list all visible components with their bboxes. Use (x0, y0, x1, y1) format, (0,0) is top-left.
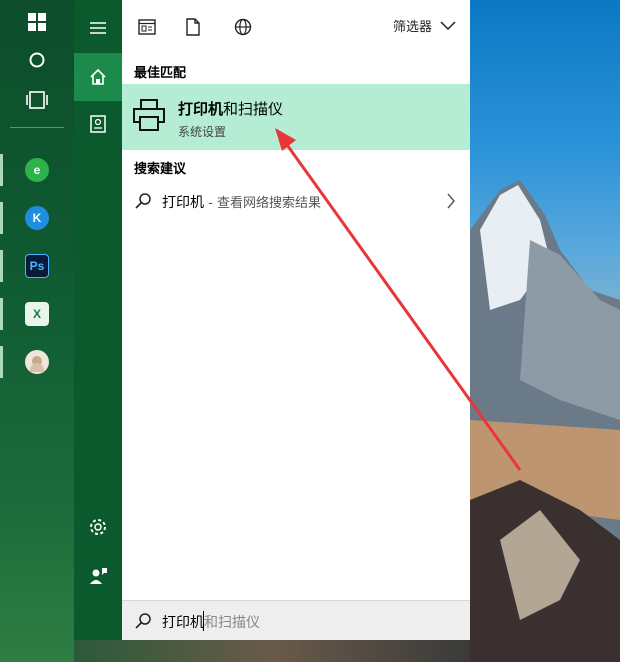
hamburger-menu-button[interactable] (74, 4, 122, 52)
settings-button[interactable] (74, 503, 122, 551)
running-indicator (0, 154, 3, 186)
best-match-heading: 最佳匹配 (134, 66, 187, 81)
search-icon (135, 193, 151, 209)
start-rail (74, 0, 122, 640)
best-match-title-rest: 和扫描仪 (223, 100, 284, 118)
notebook-button[interactable] (74, 100, 122, 148)
taskbar-app-kugou[interactable]: K (0, 198, 74, 238)
cortana-circle-icon (29, 52, 45, 68)
running-indicator (0, 250, 3, 282)
360-browser-icon: e (25, 158, 49, 182)
web-filter-icon (234, 18, 252, 36)
printer-icon (133, 99, 165, 131)
suggestion-suffix: - 查看网络搜索结果 (204, 196, 321, 211)
chevron-down-icon (440, 20, 456, 30)
home-icon (90, 68, 106, 85)
windows-logo-icon (28, 13, 46, 31)
avatar-app-icon (25, 350, 49, 374)
photoshop-icon: Ps (25, 254, 49, 278)
best-match-title: 打印机和扫描仪 (178, 98, 283, 119)
taskbar-separator (10, 127, 64, 128)
documents-filter-button[interactable] (180, 14, 206, 40)
hamburger-menu-icon (90, 22, 106, 34)
search-panel: 筛选器 最佳匹配 打印机和扫描仪 系统设置 搜索建议 打印机 - 查看网络搜索结… (122, 0, 470, 640)
taskbar-bottom-strip (74, 640, 470, 662)
suggestions-heading: 搜索建议 (134, 162, 187, 177)
filter-label: 筛选器 (392, 20, 432, 35)
search-icon (135, 613, 151, 629)
task-view-button[interactable] (0, 78, 74, 122)
taskbar-app-avatar[interactable] (0, 342, 74, 382)
search-toolbar: 筛选器 (122, 0, 470, 56)
home-button[interactable] (74, 53, 122, 101)
running-indicator (0, 298, 3, 330)
running-indicator (0, 346, 3, 378)
settings-gear-icon (90, 519, 106, 535)
documents-filter-icon (186, 18, 200, 36)
kugou-music-icon: K (25, 206, 49, 230)
taskbar-app-photoshop[interactable]: Ps (0, 246, 74, 286)
suggestion-query: 打印机 (162, 195, 204, 211)
feedback-button[interactable] (74, 552, 122, 600)
suggestion-text: 打印机 - 查看网络搜索结果 (162, 192, 330, 212)
chevron-right-icon[interactable] (446, 192, 456, 210)
apps-filter-button[interactable] (134, 14, 160, 40)
apps-filter-icon (138, 19, 156, 35)
notebook-icon (90, 115, 106, 133)
suggestion-item[interactable]: 打印机 - 查看网络搜索结果 (122, 184, 470, 218)
best-match-result[interactable]: 打印机和扫描仪 系统设置 (122, 84, 470, 150)
taskbar: e K Ps X (0, 0, 74, 662)
user-feedback-icon (90, 568, 107, 584)
taskbar-app-360-browser[interactable]: e (0, 150, 74, 190)
excel-icon: X (25, 302, 49, 326)
filter-dropdown[interactable]: 筛选器 (393, 16, 456, 35)
search-box[interactable]: 打印机 和扫描仪 (122, 600, 470, 640)
best-match-subtitle: 系统设置 (178, 125, 227, 139)
taskbar-app-excel[interactable]: X (0, 294, 74, 334)
search-autocomplete-ghost: 和扫描仪 (204, 615, 260, 631)
web-filter-button[interactable] (230, 14, 256, 40)
cortana-button[interactable] (0, 38, 74, 82)
running-indicator (0, 202, 3, 234)
task-view-icon (26, 91, 48, 109)
best-match-title-bold: 打印机 (178, 100, 224, 118)
search-input-text[interactable]: 打印机 (162, 612, 204, 632)
